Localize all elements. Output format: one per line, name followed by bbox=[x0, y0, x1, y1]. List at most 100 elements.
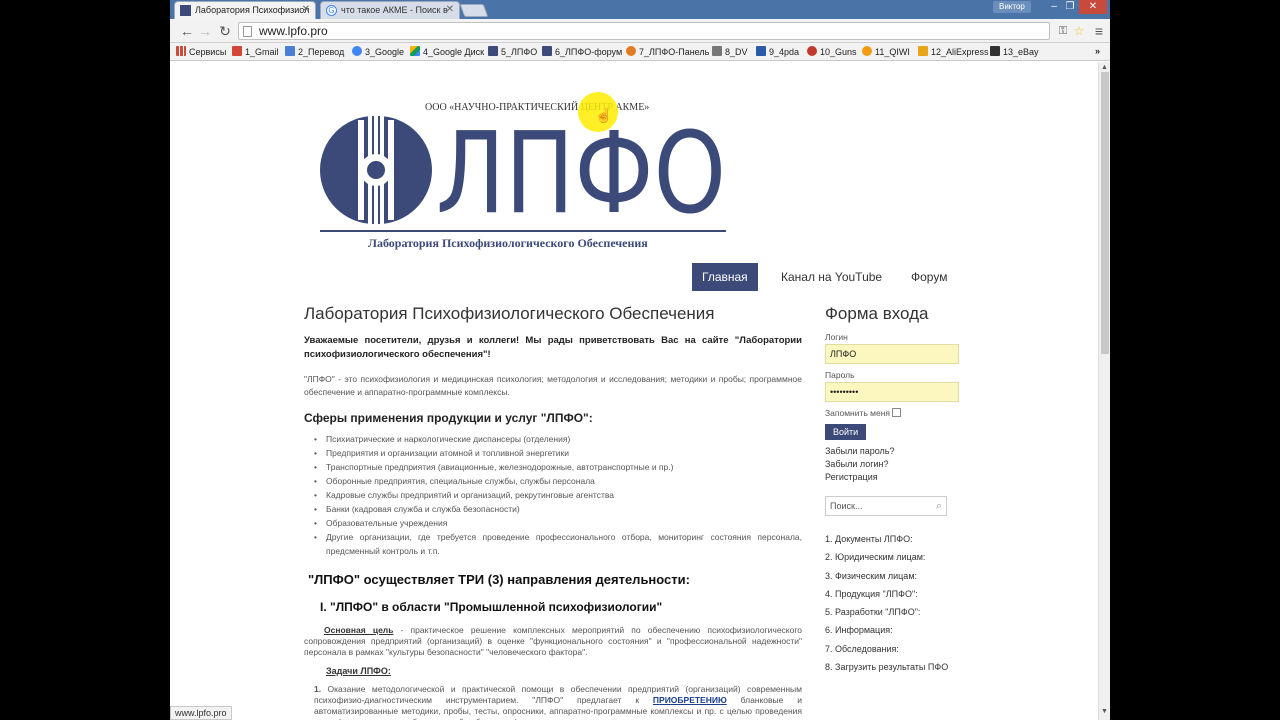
hand-cursor-icon: ☝ bbox=[595, 107, 613, 123]
list-item: Предприятия и организации атомной и топл… bbox=[314, 446, 802, 460]
guns-icon bbox=[807, 46, 817, 56]
forgot-password-link[interactable]: Забыли пароль? bbox=[825, 445, 975, 458]
bookmark-qiwi[interactable]: 11_QIWI bbox=[862, 46, 910, 57]
list-item: Банки (кадровая служба и служба безопасн… bbox=[314, 502, 802, 516]
list-item: Образовательные учреждения bbox=[314, 516, 802, 530]
screen: Лаборатория Психофизиол ✕ G что такое АК… bbox=[0, 0, 1280, 720]
page-viewport: ООО «НАУЧНО-ПРАКТИЧЕСКИЙ ЦЕНТР АКМЕ» ЛПФ… bbox=[170, 62, 1098, 720]
back-icon[interactable]: ← bbox=[178, 22, 196, 40]
close-window-icon[interactable]: ✕ bbox=[1079, 0, 1107, 14]
close-icon[interactable]: ✕ bbox=[302, 4, 310, 15]
main-content: Лаборатория Психофизиологического Обеспе… bbox=[304, 304, 802, 720]
apps-icon bbox=[176, 46, 186, 56]
google-favicon-icon: G bbox=[326, 5, 337, 16]
joomla-icon bbox=[626, 46, 636, 56]
page-title: Лаборатория Психофизиологического Обеспе… bbox=[304, 304, 715, 323]
bookmark-services[interactable]: Сервисы bbox=[176, 46, 226, 57]
status-bar: www.lpfo.pro bbox=[170, 706, 232, 720]
tab-title: что такое АКМЕ - Поиск в bbox=[341, 5, 448, 15]
search-input[interactable]: Поиск... ⌕ bbox=[825, 496, 947, 516]
lpfo-logo[interactable]: ЛПФО bbox=[318, 114, 730, 236]
description-text: "ЛПФО" - это психофизиология и медицинск… bbox=[304, 374, 802, 397]
password-label: Пароль bbox=[825, 370, 855, 380]
list-item: Психиатрические и наркологические диспан… bbox=[314, 432, 802, 446]
forgot-login-link[interactable]: Забыли логин? bbox=[825, 458, 975, 471]
tab-lpfo[interactable]: Лаборатория Психофизиол ✕ bbox=[174, 1, 316, 19]
search-icon[interactable]: ⌕ bbox=[936, 500, 942, 513]
bookmark-lpfo[interactable]: 5_ЛПФО bbox=[488, 46, 537, 57]
drive-icon bbox=[410, 46, 420, 56]
login-form-title: Форма входа bbox=[825, 304, 929, 323]
star-icon[interactable]: ☆ bbox=[1070, 22, 1088, 40]
login-field[interactable]: ЛПФО bbox=[825, 344, 959, 364]
nav-home[interactable]: Главная bbox=[692, 263, 758, 291]
logo-text: ЛПФО bbox=[436, 114, 726, 236]
sidebar-item-products[interactable]: 4. Продукция "ЛПФО": bbox=[825, 585, 975, 603]
bookmark-gmail[interactable]: 1_Gmail bbox=[232, 46, 279, 57]
tab-search[interactable]: G что такое АКМЕ - Поиск в ✕ bbox=[320, 1, 460, 19]
bookmark-dv[interactable]: 8_DV bbox=[712, 46, 748, 57]
nav-forum[interactable]: Форум bbox=[901, 263, 957, 291]
toolbar: ← → ↻ www.lpfo.pro ⚿ ☆ ≡ bbox=[170, 19, 1110, 43]
login-button[interactable]: Войти bbox=[825, 424, 867, 440]
tab-strip: Лаборатория Психофизиол ✕ G что такое АК… bbox=[170, 0, 1110, 19]
bookmarks-bar: Сервисы 1_Gmail 2_Перевод 3_Google 4_Goo… bbox=[170, 43, 1110, 61]
sidebar-item-upload[interactable]: 8. Загрузить результаты ПФО bbox=[825, 658, 975, 676]
qiwi-icon bbox=[862, 46, 872, 56]
bookmark-ebay[interactable]: 13_eBay bbox=[990, 46, 1039, 57]
login-label: Логин bbox=[825, 332, 848, 342]
user-badge[interactable]: Виктор bbox=[993, 1, 1031, 13]
bookmark-aliexpress[interactable]: 12_AliExpress bbox=[918, 46, 989, 57]
sidebar-item-documents[interactable]: 1. Документы ЛПФО: bbox=[825, 530, 975, 548]
scroll-thumb[interactable] bbox=[1101, 72, 1109, 354]
scrollbar[interactable]: ▲ ▼ bbox=[1098, 62, 1110, 720]
bookmark-google[interactable]: 3_Google bbox=[352, 46, 404, 57]
purchase-link[interactable]: ПРИОБРЕТЕНИЮ bbox=[653, 695, 727, 705]
scroll-down-icon[interactable]: ▼ bbox=[1101, 708, 1108, 715]
bookmark-lpfo-forum[interactable]: 6_ЛПФО-форум bbox=[542, 46, 622, 57]
bookmark-drive[interactable]: 4_Google Диск bbox=[410, 46, 484, 57]
sidebar-item-individuals[interactable]: 3. Физическим лицам: bbox=[825, 567, 975, 585]
lab-title: Лаборатория Психофизиологического Обеспе… bbox=[368, 236, 648, 250]
password-field[interactable]: ••••••••• bbox=[825, 382, 959, 402]
sidebar-item-information[interactable]: 6. Информация: bbox=[825, 621, 975, 639]
sidebar-item-surveys[interactable]: 7. Обследования: bbox=[825, 640, 975, 658]
intro-text: Уважаемые посетители, друзья и коллеги! … bbox=[304, 335, 802, 360]
google-icon bbox=[352, 46, 362, 56]
browser-window: Лаборатория Психофизиол ✕ G что такое АК… bbox=[170, 0, 1110, 720]
ebay-icon bbox=[990, 46, 1000, 56]
scroll-up-icon[interactable]: ▲ bbox=[1101, 64, 1108, 71]
close-icon[interactable]: ✕ bbox=[446, 4, 454, 15]
tab-title: Лаборатория Психофизиол bbox=[195, 5, 310, 15]
nav-youtube[interactable]: Канал на YouTube bbox=[771, 263, 892, 291]
goal-paragraph: Основная цель - практическое решение ком… bbox=[304, 625, 802, 658]
sidebar-item-developments[interactable]: 5. Разработки "ЛПФО": bbox=[825, 603, 975, 621]
sidebar: Форма входа Логин ЛПФО Пароль ••••••••• … bbox=[825, 304, 975, 676]
menu-icon[interactable]: ≡ bbox=[1090, 22, 1108, 40]
lpfo-favicon-icon bbox=[180, 5, 191, 16]
spheres-title: Сферы применения продукции и услуг "ЛПФО… bbox=[304, 411, 593, 425]
sidebar-item-legal[interactable]: 2. Юридическим лицам: bbox=[825, 548, 975, 566]
register-link[interactable]: Регистрация bbox=[825, 471, 975, 484]
gmail-icon bbox=[232, 46, 242, 56]
more-bookmarks-icon[interactable]: » bbox=[1095, 46, 1100, 56]
maximize-icon[interactable]: ❐ bbox=[1062, 0, 1078, 14]
bookmark-translate[interactable]: 2_Перевод bbox=[285, 46, 344, 57]
forward-icon[interactable]: → bbox=[196, 22, 214, 40]
dv-icon bbox=[712, 46, 722, 56]
address-bar[interactable]: www.lpfo.pro bbox=[238, 22, 1050, 40]
url-text: www.lpfo.pro bbox=[259, 24, 328, 38]
bookmark-lpfo-panel[interactable]: 7_ЛПФО-Панель bbox=[626, 46, 709, 57]
bookmark-4pda[interactable]: 9_4pda bbox=[756, 46, 799, 57]
reload-icon[interactable]: ↻ bbox=[216, 22, 234, 40]
list-item: Оборонные предприятия, специальные служб… bbox=[314, 474, 802, 488]
directions-title: "ЛПФО" осуществляет ТРИ (3) направления … bbox=[308, 572, 690, 587]
lpfo-icon bbox=[488, 46, 498, 56]
minimize-icon[interactable]: – bbox=[1046, 0, 1062, 14]
list-item: Другие организации, где требуется провед… bbox=[314, 530, 802, 558]
task-1: 1. Оказание методологической и практичес… bbox=[314, 684, 802, 720]
new-tab-button[interactable] bbox=[459, 4, 489, 17]
translate-icon bbox=[285, 46, 295, 56]
bookmark-guns[interactable]: 10_Guns bbox=[807, 46, 857, 57]
remember-checkbox[interactable] bbox=[892, 408, 902, 417]
